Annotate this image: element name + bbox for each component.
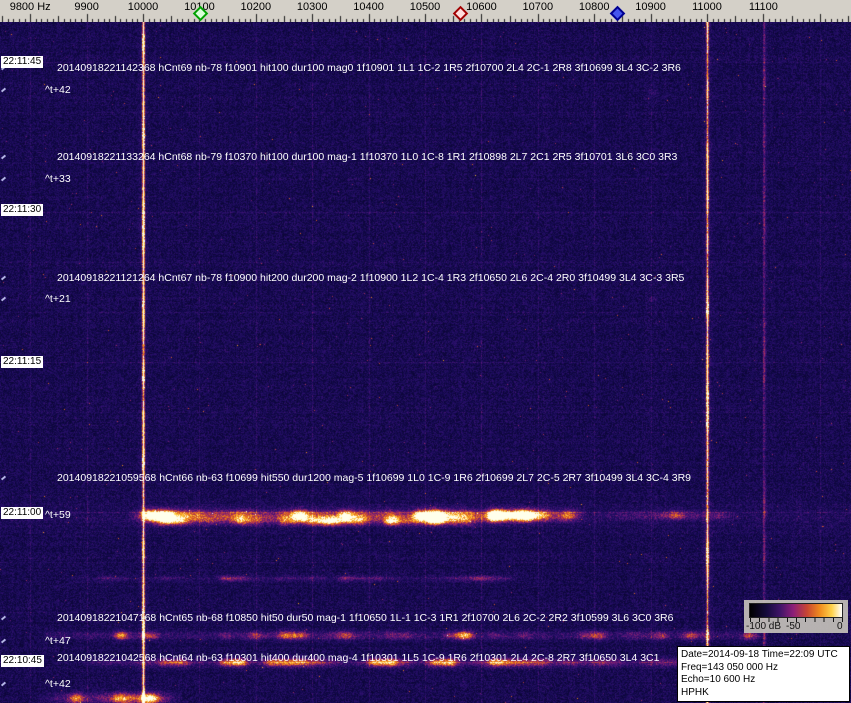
freq-axis-label: 11100: [748, 1, 778, 13]
left-edge-tick: [0, 475, 7, 481]
db-scale-label-max: 0: [837, 621, 843, 632]
freq-axis-label: 10000: [127, 1, 159, 13]
detection-time-tag: ^t+42: [45, 84, 71, 96]
info-frequency: Freq=143 050 000 Hz: [681, 661, 779, 673]
left-edge-tick: [0, 296, 7, 302]
freq-axis-label: 10900: [635, 1, 666, 13]
detection-log-line: 20140918221133264 hCnt68 nb-79 f10370 hi…: [57, 151, 678, 163]
freq-axis-label: 10300: [296, 1, 328, 13]
meteor-echo-spectrogram-window: 9800 Hz990010000101001020010300104001050…: [0, 0, 851, 703]
detection-time-tag: ^t+47: [45, 635, 71, 647]
freq-axis-label: 10500: [409, 1, 441, 13]
detection-time-tag: ^t+33: [45, 173, 71, 185]
freq-axis-label: 10600: [466, 1, 497, 13]
spectrogram-overlays: ^t+42 20140918221042568 hCnt64 nb-63 f103…: [0, 0, 851, 703]
detection-log-line: 20140918221121264 hCnt67 nb-78 f10900 hi…: [57, 272, 685, 284]
left-edge-tick: [0, 87, 7, 93]
time-axis-label: 22:11:00: [1, 507, 44, 519]
left-edge-tick: [0, 615, 7, 621]
detection-time-tag: ^t+59: [45, 509, 71, 521]
freq-axis-label: 10800: [578, 1, 610, 13]
detection-log-line: 20140918221042568 hCnt64 nb-63 f10301 hi…: [57, 652, 660, 664]
detection-time-tag: ^t+42: [45, 678, 71, 690]
colormap-gradient-bar: [749, 603, 843, 618]
detection-log-line: 20140918221047168 hCnt65 nb-68 f10850 hi…: [57, 612, 674, 624]
left-edge-tick: [0, 681, 7, 687]
db-scale-label-min: -100 dB: [746, 621, 782, 632]
db-scale-legend: -100 dB -50 0: [744, 600, 848, 633]
freq-axis-label: 9800 Hz: [9, 1, 51, 13]
detection-time-tag: ^t+21: [45, 293, 71, 305]
left-edge-tick: [0, 275, 7, 281]
time-axis-label: 22:10:45: [1, 655, 44, 667]
info-station-id: HPHK: [681, 686, 709, 698]
left-edge-tick: [0, 176, 7, 182]
status-info-box: Date=2014-09-18 Time=22:09 UTC Freq=143 …: [677, 646, 850, 702]
freq-axis-label: 10200: [240, 1, 272, 13]
info-date-time: Date=2014-09-18 Time=22:09 UTC: [681, 649, 838, 660]
detection-log-line: 20140918221059568 hCnt66 nb-63 f10699 hi…: [57, 472, 691, 484]
freq-axis-label: 10700: [522, 1, 554, 13]
info-echo-frequency: Echo=10 600 Hz: [681, 674, 756, 685]
time-axis-label: 22:11:15: [1, 356, 44, 368]
left-edge-tick: [0, 638, 7, 644]
time-axis-label: 22:11:45: [1, 56, 44, 68]
freq-axis-label: 11000: [692, 1, 722, 13]
db-scale-label-mid: -50: [786, 621, 801, 632]
detection-log-line: 20140918221142368 hCnt69 nb-78 f10901 hi…: [57, 62, 681, 74]
freq-axis-label: 10400: [353, 1, 384, 13]
frequency-axis: 9800 Hz990010000101001020010300104001050…: [0, 0, 851, 22]
time-axis-label: 22:11:30: [1, 204, 44, 216]
left-edge-tick: [0, 154, 7, 160]
freq-axis-label: 9900: [74, 1, 99, 13]
